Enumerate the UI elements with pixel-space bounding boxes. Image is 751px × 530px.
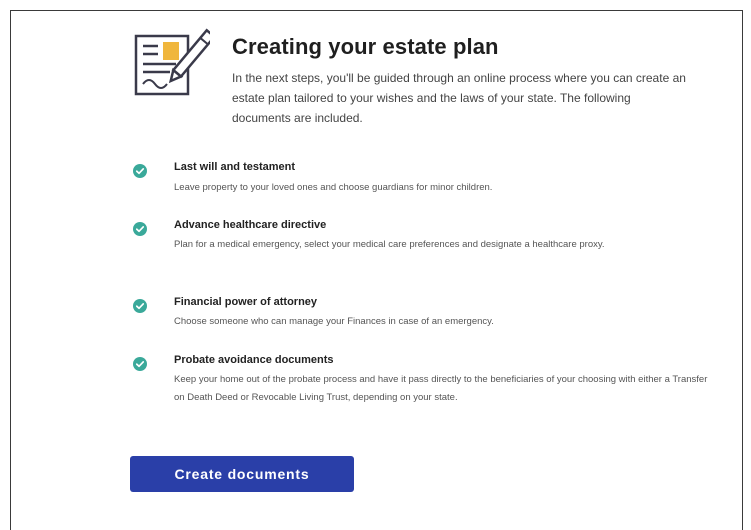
document-title: Probate avoidance documents <box>174 354 334 366</box>
create-documents-button[interactable]: Create documents <box>130 456 354 492</box>
page-title: Creating your estate plan <box>232 34 499 59</box>
document-title: Advance healthcare directive <box>174 219 327 231</box>
check-circle-icon <box>133 299 147 313</box>
document-description: Leave property to your loved ones and ch… <box>174 182 493 193</box>
intro-text: In the next steps, you'll be guided thro… <box>232 71 686 125</box>
check-circle-icon <box>133 357 147 371</box>
check-circle-icon <box>133 222 147 236</box>
document-description: Plan for a medical emergency, select you… <box>174 239 605 250</box>
check-circle-icon <box>133 164 147 178</box>
document-pen-icon <box>134 28 210 96</box>
document-description: Choose someone who can manage your Finan… <box>174 316 494 327</box>
document-title: Financial power of attorney <box>174 296 318 308</box>
document-description: Keep your home out of the probate proces… <box>174 374 708 403</box>
document-title: Last will and testament <box>174 161 296 173</box>
